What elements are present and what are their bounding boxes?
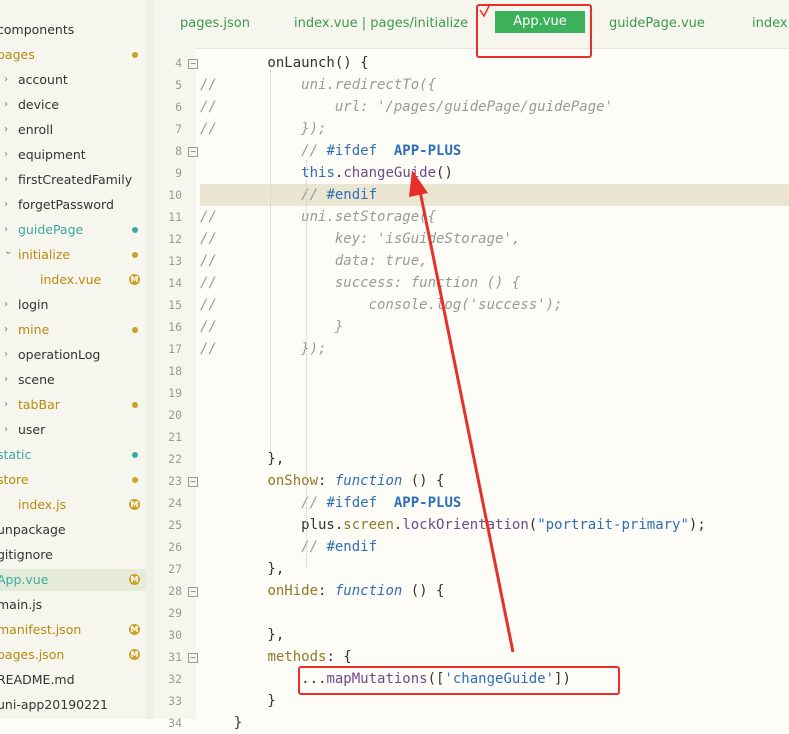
annotation-arrow [409,3,515,653]
